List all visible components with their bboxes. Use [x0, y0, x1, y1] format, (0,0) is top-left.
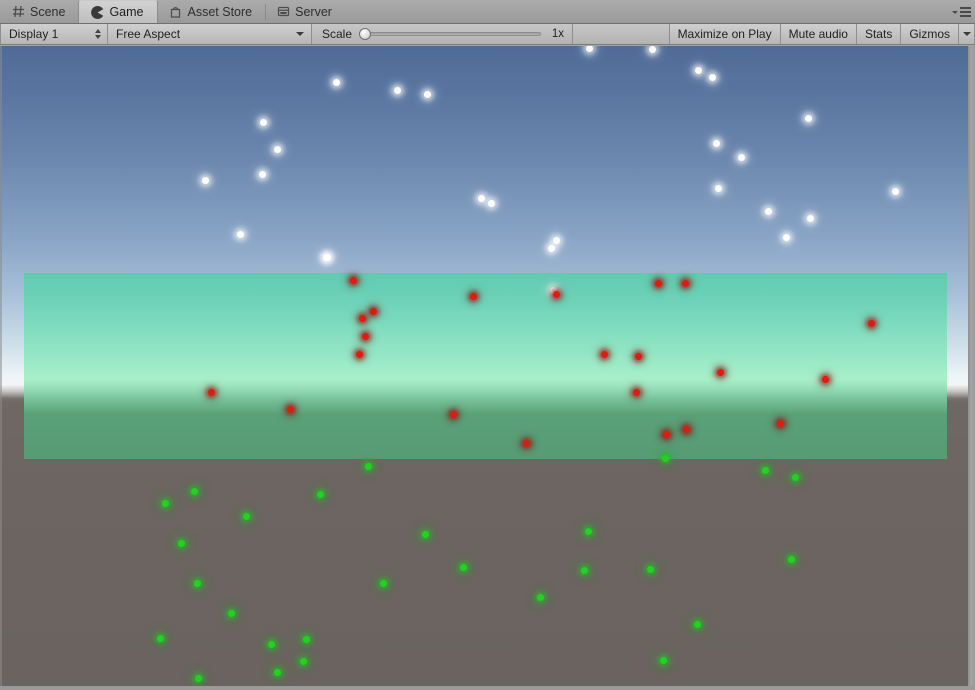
view-right-edge: [968, 46, 975, 690]
game-render-surface[interactable]: [0, 46, 975, 690]
tab-asset-store-label: Asset Store: [187, 4, 253, 19]
gizmos-dropdown-button[interactable]: [958, 24, 975, 44]
display-dropdown-label: Display 1: [9, 27, 59, 41]
aspect-ratio-dropdown[interactable]: Free Aspect: [108, 24, 312, 44]
chevron-down-icon: [296, 32, 304, 36]
game-view-toolbar: Display 1 Free Aspect Scale 1x Maximize …: [0, 24, 975, 45]
pane-options-menu-button[interactable]: [947, 5, 971, 19]
tab-server-label: Server: [295, 4, 332, 19]
unity-game-view-window: Scene Game Asset Store Server Display 1 …: [0, 0, 975, 690]
tab-game-label: Game: [109, 5, 144, 19]
pane-tab-bar: Scene Game Asset Store Server: [0, 0, 975, 24]
scale-slider-knob[interactable]: [359, 28, 372, 40]
gizmos-button[interactable]: Gizmos: [901, 24, 958, 44]
tab-scene-label: Scene: [30, 4, 66, 19]
tab-server[interactable]: Server: [265, 0, 345, 23]
stats-label: Stats: [864, 27, 893, 41]
tab-asset-store[interactable]: Asset Store: [158, 0, 266, 23]
view-bottom-edge: [0, 686, 975, 690]
tab-game[interactable]: Game: [78, 0, 158, 23]
scale-slider[interactable]: [359, 27, 542, 41]
gizmos-label: Gizmos: [909, 27, 950, 41]
server-icon: [276, 5, 290, 19]
grid-icon: [11, 5, 25, 19]
pacman-icon: [90, 5, 104, 19]
scale-value: 1x: [551, 28, 565, 40]
hamburger-icon: [960, 7, 971, 17]
chevron-down-icon: [962, 32, 971, 36]
translucent-green-band: [24, 273, 947, 459]
stepper-arrows-icon: [95, 29, 101, 39]
chevron-down-icon: [952, 10, 958, 14]
scale-control: Scale 1x: [312, 24, 574, 44]
maximize-on-play-button[interactable]: Maximize on Play: [668, 24, 781, 44]
aspect-ratio-label: Free Aspect: [116, 27, 181, 41]
mute-audio-button[interactable]: Mute audio: [780, 24, 857, 44]
maximize-on-play-label: Maximize on Play: [677, 27, 772, 41]
mute-audio-label: Mute audio: [788, 27, 848, 41]
view-left-edge: [0, 46, 2, 690]
tab-scene[interactable]: Scene: [0, 0, 78, 23]
shopping-bag-icon: [169, 5, 183, 19]
scale-slider-track: [359, 32, 542, 36]
stats-button[interactable]: Stats: [856, 24, 902, 44]
scale-label: Scale: [322, 27, 353, 41]
display-dropdown[interactable]: Display 1: [0, 24, 108, 44]
